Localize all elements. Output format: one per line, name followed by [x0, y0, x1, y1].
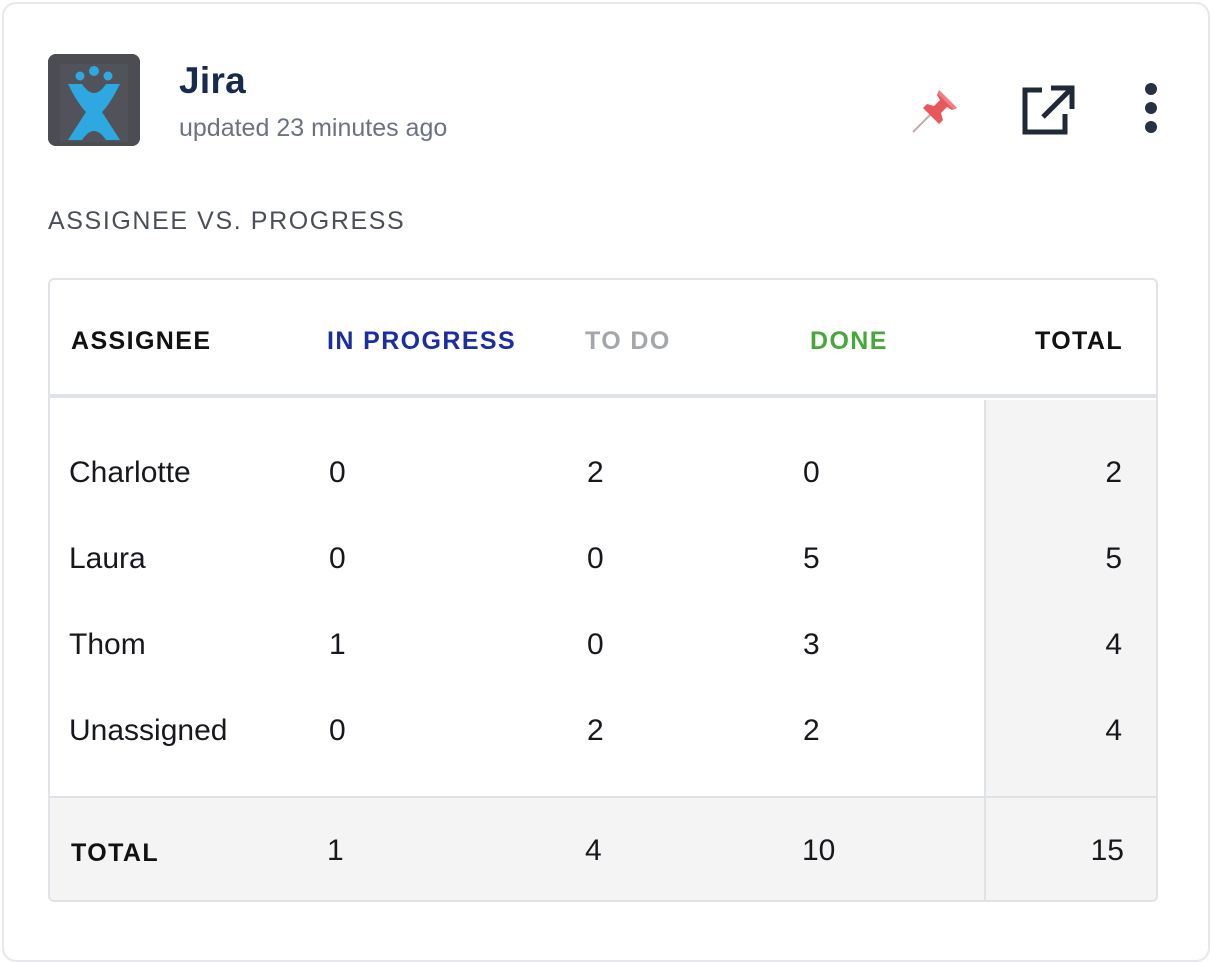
to-do-count: 0 — [587, 628, 604, 661]
footer-to-do-total: 4 — [585, 834, 602, 867]
assignee-progress-table: ASSIGNEE IN PROGRESS TO DO DONE TOTAL Ch… — [48, 278, 1158, 902]
open-external-icon — [1022, 85, 1075, 135]
updated-timestamp: updated 23 minutes ago — [179, 114, 448, 142]
to-do-count: 0 — [587, 542, 604, 575]
in-progress-count: 0 — [329, 714, 346, 747]
more-options-button[interactable] — [1132, 80, 1170, 138]
table-row: Thom 1 0 3 4 — [50, 618, 1156, 678]
open-external-button[interactable] — [1017, 82, 1077, 136]
jira-logo-icon — [48, 54, 140, 146]
more-vertical-icon — [1145, 83, 1157, 133]
total-count: 4 — [1105, 714, 1122, 747]
to-do-count: 2 — [587, 714, 604, 747]
assignee-name: Unassigned — [69, 714, 228, 747]
assignee-name: Laura — [69, 542, 146, 575]
table-row: Unassigned 0 2 2 4 — [50, 704, 1156, 764]
done-count: 5 — [803, 542, 820, 575]
footer-total-label: TOTAL — [71, 839, 160, 867]
done-count: 2 — [803, 714, 820, 747]
table-header: ASSIGNEE IN PROGRESS TO DO DONE TOTAL — [50, 280, 1156, 398]
header-to-do[interactable]: TO DO — [585, 327, 671, 356]
to-do-count: 2 — [587, 456, 604, 489]
table-footer-total-row: TOTAL 1 4 10 15 — [50, 796, 1156, 900]
pin-icon — [912, 90, 957, 133]
in-progress-count: 0 — [329, 542, 346, 575]
total-count: 4 — [1105, 628, 1122, 661]
done-count: 3 — [803, 628, 820, 661]
footer-done-total: 10 — [802, 834, 836, 867]
total-count: 2 — [1105, 456, 1122, 489]
assignee-name: Thom — [69, 628, 146, 661]
done-count: 0 — [803, 456, 820, 489]
pin-button[interactable] — [909, 82, 965, 138]
header-total[interactable]: TOTAL — [1035, 327, 1123, 356]
header-in-progress[interactable]: IN PROGRESS — [327, 327, 516, 356]
total-count: 5 — [1105, 542, 1122, 575]
footer-grand-total: 15 — [1090, 834, 1124, 867]
in-progress-count: 0 — [329, 456, 346, 489]
section-title: ASSIGNEE VS. PROGRESS — [48, 207, 406, 235]
assignee-name: Charlotte — [69, 456, 191, 489]
jira-widget-card: Jira updated 23 minutes ago ASSIGNEE VS.… — [2, 2, 1210, 962]
total-divider — [984, 798, 986, 900]
header-assignee[interactable]: ASSIGNEE — [71, 327, 211, 356]
in-progress-count: 1 — [329, 628, 346, 661]
table-row: Laura 0 0 5 5 — [50, 532, 1156, 592]
app-name: Jira — [179, 60, 247, 101]
footer-in-progress-total: 1 — [327, 834, 344, 867]
header-done[interactable]: DONE — [810, 327, 888, 356]
table-row: Charlotte 0 2 0 2 — [50, 446, 1156, 506]
